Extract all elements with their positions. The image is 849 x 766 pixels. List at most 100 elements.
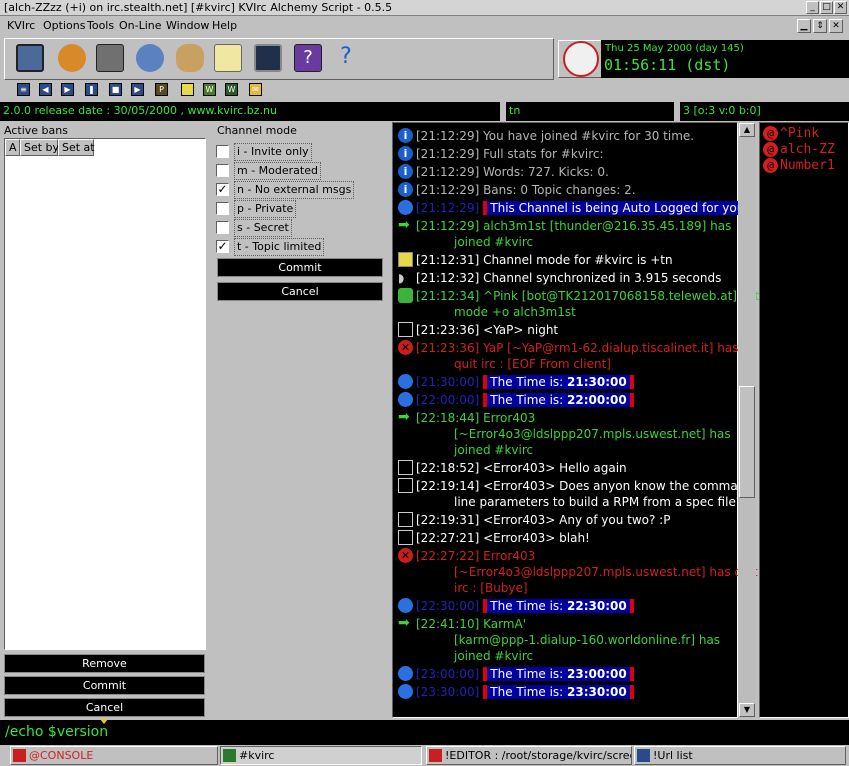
- maximize-button[interactable]: □: [820, 1, 833, 14]
- terminal-button[interactable]: [250, 40, 286, 76]
- mode-cancel-button[interactable]: Cancel: [217, 282, 383, 301]
- window-title: [alch-ZZzz (+i) on irc.stealth.net] [#kv…: [4, 1, 393, 14]
- task-console[interactable]: @CONSOLE: [10, 746, 218, 765]
- mail-icon: ✉: [249, 83, 262, 96]
- col-a[interactable]: A: [5, 139, 20, 156]
- chat-scrollbar[interactable]: ▲ ▼: [738, 122, 756, 718]
- message-icon: [398, 530, 413, 545]
- computer-icon: [16, 44, 44, 72]
- identity-button[interactable]: [54, 40, 90, 76]
- media-stop-button[interactable]: ■: [106, 80, 126, 100]
- chat-line-text: [22:27:21] <Error403> blah!: [416, 531, 590, 545]
- connect-button[interactable]: [12, 40, 48, 76]
- whatsthis-button[interactable]: ?: [328, 40, 364, 76]
- cursor-marker-icon: [100, 719, 108, 724]
- scroll-thumb[interactable]: [739, 386, 755, 498]
- col-set-at[interactable]: Set at: [58, 139, 95, 156]
- checkbox-checked[interactable]: ✓: [216, 183, 229, 196]
- media-prev-button[interactable]: ◀: [36, 80, 56, 100]
- checkbox[interactable]: [216, 221, 229, 234]
- bans-list[interactable]: [4, 138, 206, 650]
- bans-cancel-button[interactable]: Cancel: [4, 698, 205, 717]
- command-input[interactable]: [0, 720, 849, 745]
- channel-icon: [223, 749, 236, 762]
- channel-modes-field[interactable]: tn: [506, 102, 674, 121]
- scroll-up-button[interactable]: ▲: [739, 123, 755, 137]
- notes-button[interactable]: [210, 40, 246, 76]
- menu-tools[interactable]: Tools: [87, 19, 114, 32]
- task-label: !EDITOR : /root/storage/kvirc/screens...: [445, 749, 631, 762]
- quit-icon: ✕: [398, 548, 413, 563]
- menu-online[interactable]: On-Line: [119, 19, 162, 32]
- menu-kvirc[interactable]: KVIrc: [7, 19, 35, 32]
- media-list-button[interactable]: ≡: [14, 80, 34, 100]
- user-item[interactable]: @ alch-ZZ: [763, 142, 835, 158]
- checkbox[interactable]: [216, 164, 229, 177]
- chat-line-text: [21:12:32] Channel synchronized in 3.915…: [416, 271, 722, 285]
- media-playlist-button[interactable]: P: [152, 80, 172, 100]
- media-play-button[interactable]: ▶: [58, 80, 78, 100]
- mode-label: n - No external msgs: [234, 181, 355, 199]
- topic-field[interactable]: 2.0.0 release date : 30/05/2000 , www.kv…: [0, 102, 500, 121]
- title-bar[interactable]: [alch-ZZzz (+i) on irc.stealth.net] [#kv…: [0, 0, 849, 16]
- mode-commit-button[interactable]: Commit: [217, 258, 383, 277]
- menu-help[interactable]: Help: [212, 19, 237, 32]
- options-button[interactable]: [132, 40, 168, 76]
- user-item[interactable]: @ ^Pink: [763, 126, 819, 142]
- chat-line-text: [22:18:52] <Error403> Hello again: [416, 461, 627, 475]
- media-w1-button[interactable]: W: [200, 80, 220, 100]
- mdi-restore-button[interactable]: ⇕: [813, 19, 827, 33]
- media-note-button[interactable]: [178, 80, 198, 100]
- chat-line-text: [21:12:29] Words: 727. Kicks: 0.: [416, 165, 609, 179]
- chat-line-text: [21:12:29] This Channel is being Auto Log…: [416, 200, 757, 216]
- task-url-list[interactable]: !Url list: [634, 746, 846, 765]
- minimize-button[interactable]: _: [806, 1, 819, 14]
- message-icon: [398, 478, 413, 493]
- media-w2-button[interactable]: W: [222, 80, 242, 100]
- media-pause-button[interactable]: ❚: [82, 80, 102, 100]
- chat-line-text: [21:30:00] The Time is: 21:30:00: [416, 374, 634, 390]
- media-mail-button[interactable]: ✉: [246, 80, 266, 100]
- globe-icon: [398, 200, 413, 215]
- user-item[interactable]: @ Number1: [763, 158, 835, 174]
- question-icon: ?: [294, 44, 322, 72]
- servers-button[interactable]: [92, 40, 128, 76]
- user-list[interactable]: [759, 122, 849, 718]
- menu-window[interactable]: Window: [166, 19, 209, 32]
- close-button[interactable]: ✕: [834, 1, 847, 14]
- menu-options[interactable]: Options: [43, 19, 85, 32]
- task-editor[interactable]: !EDITOR : /root/storage/kvirc/screens...: [426, 746, 632, 765]
- checkbox-checked[interactable]: ✓: [216, 240, 229, 253]
- remove-ban-button[interactable]: Remove: [4, 654, 205, 673]
- task-label: !Url list: [653, 749, 693, 762]
- help-pointer-icon: ?: [332, 44, 360, 72]
- users-button[interactable]: [172, 40, 208, 76]
- user-counts-field: 3 [o:3 v:0 b:0]: [680, 102, 849, 121]
- script-help-button[interactable]: ?: [290, 40, 326, 76]
- checkbox[interactable]: [216, 145, 229, 158]
- media-next-button[interactable]: ▶: [128, 80, 148, 100]
- playlist-icon: P: [155, 83, 168, 96]
- chat-line-text: [21:23:36] YaP [~YaP@rm1-62.dialup.tisca…: [416, 341, 739, 355]
- editor-icon: [429, 749, 442, 762]
- mode-label: i - Invite only: [234, 143, 312, 161]
- note-icon: [214, 44, 242, 72]
- prev-icon: ◀: [39, 83, 52, 96]
- scroll-down-button[interactable]: ▼: [739, 703, 755, 717]
- globe-icon: [398, 684, 413, 699]
- op-icon: @: [763, 158, 778, 173]
- mdi-close-button[interactable]: ✕: [829, 19, 843, 33]
- task-kvirc[interactable]: #kvirc: [220, 746, 422, 765]
- task-label: @CONSOLE: [29, 749, 94, 762]
- bans-title: Active bans: [4, 124, 68, 137]
- col-set-by[interactable]: Set by: [20, 139, 59, 156]
- mdi-minimize-button[interactable]: ▁: [797, 19, 811, 33]
- pause-icon: ❚: [85, 83, 98, 96]
- clock-icon[interactable]: [563, 41, 599, 77]
- chat-line-text: [22:19:31] <Error403> Any of you two? :P: [416, 513, 671, 527]
- bans-commit-button[interactable]: Commit: [4, 676, 205, 695]
- chat-line-text: [22:30:00] The Time is: 22:30:00: [416, 598, 634, 614]
- console-icon: [13, 749, 26, 762]
- checkbox[interactable]: [216, 202, 229, 215]
- highlight-box: The Time is: 22:30:00: [483, 599, 634, 613]
